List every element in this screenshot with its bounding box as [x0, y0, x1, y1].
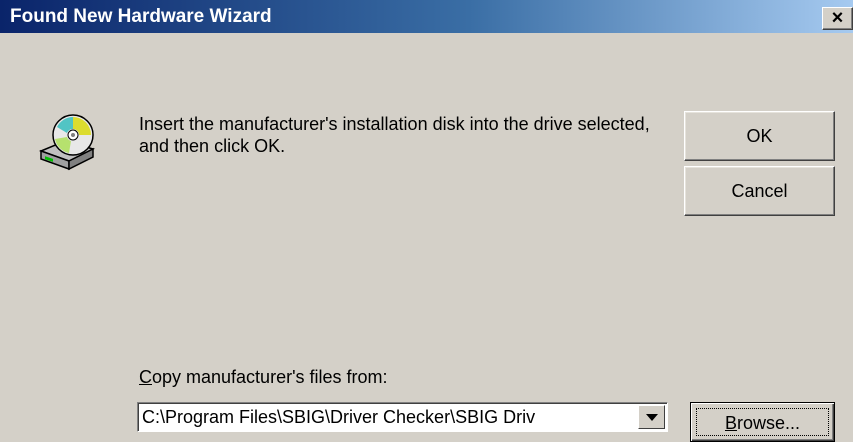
cd-disk-drive-icon — [38, 114, 96, 171]
dialog-body: Insert the manufacturer's installation d… — [0, 33, 853, 442]
close-button[interactable]: × — [822, 7, 853, 30]
copy-from-combobox[interactable]: C:\Program Files\SBIG\Driver Checker\SBI… — [137, 402, 668, 432]
cancel-button[interactable]: Cancel — [684, 166, 835, 216]
copy-from-label-rest: opy manufacturer's files from: — [152, 367, 388, 387]
title-bar[interactable]: Found New Hardware Wizard × — [0, 0, 853, 33]
dropdown-arrow-icon[interactable] — [638, 405, 665, 429]
copy-from-label: Copy manufacturer's files from: — [139, 367, 388, 388]
copy-from-path-value[interactable]: C:\Program Files\SBIG\Driver Checker\SBI… — [142, 406, 628, 428]
focus-rectangle: Browse... — [696, 408, 829, 436]
browse-button[interactable]: Browse... — [690, 402, 835, 442]
ok-button[interactable]: OK — [684, 111, 835, 161]
close-icon: × — [831, 7, 844, 29]
browse-label-rest: rowse... — [736, 413, 801, 433]
window-title: Found New Hardware Wizard — [10, 6, 272, 27]
browse-mnemonic: B — [724, 413, 737, 433]
instruction-message: Insert the manufacturer's installation d… — [139, 114, 650, 156]
copy-from-label-mnemonic: C — [139, 367, 152, 387]
